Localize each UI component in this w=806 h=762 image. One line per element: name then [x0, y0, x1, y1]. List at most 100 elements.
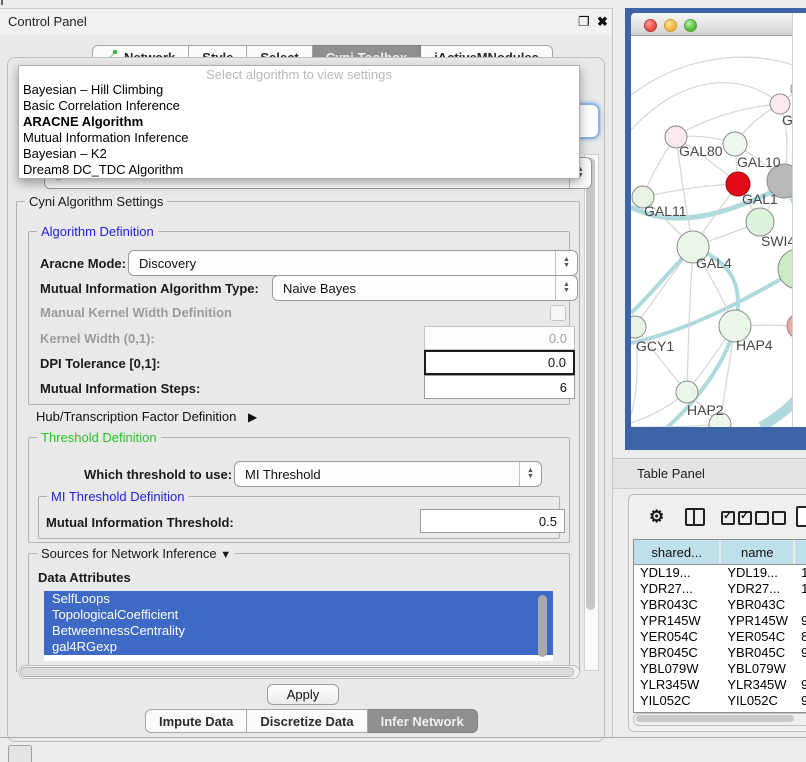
new-table-icon[interactable] [796, 506, 806, 527]
control-panel-window: Control Panel ❐ ✖ Network Style Select C… [0, 8, 613, 738]
table-cell: YER054C [721, 629, 795, 645]
list-vertical-scrollbar[interactable] [538, 595, 547, 657]
sources-toggle[interactable]: Sources for Network Inference ▼ [37, 546, 235, 561]
close-traffic-button[interactable] [644, 19, 657, 32]
svg-text:GAL10: GAL10 [737, 154, 781, 170]
algorithm-option[interactable]: Mutual Information Inference [19, 130, 579, 146]
table-cell [795, 661, 806, 677]
dropdown-prompt: Select algorithm to view settings [19, 67, 579, 82]
svg-text:GAL11: GAL11 [644, 203, 687, 219]
expand-arrow-icon[interactable]: ▶ [248, 410, 257, 424]
mi-algorithm-type-combobox[interactable]: Naive Bayes ▲▼ [272, 275, 578, 301]
svg-text:GAL4: GAL4 [696, 255, 732, 271]
table-cell: 9. [795, 677, 806, 693]
svg-text:SWI4: SWI4 [761, 233, 795, 249]
settings-vertical-scrollbar[interactable] [584, 154, 599, 671]
dpi-tolerance-field[interactable]: 0.0 [424, 350, 575, 375]
combo-stepper-icon: ▲▼ [555, 251, 577, 275]
group-title: Threshold Definition [37, 430, 161, 445]
table-cell: YIL052C [634, 693, 721, 709]
table-cell: YDL19... [721, 565, 795, 581]
data-attributes-label: Data Attributes [38, 570, 131, 585]
apply-button[interactable]: Apply [267, 684, 339, 705]
table-row[interactable]: YDR27...YDR27...12 [634, 581, 806, 597]
aracne-mode-combobox[interactable]: Discovery ▲▼ [128, 250, 578, 276]
node-gal10 [723, 132, 747, 156]
tab-discretize-data[interactable]: Discretize Data [247, 709, 367, 733]
mi-steps-field[interactable]: 6 [424, 375, 575, 399]
scrollbar-thumb[interactable] [636, 715, 794, 722]
close-icon[interactable]: ✖ [597, 15, 608, 28]
network-window-titlebar[interactable] [631, 13, 792, 36]
table-cell: YLR345W [721, 677, 795, 693]
group-title: Algorithm Definition [37, 224, 158, 239]
aracne-mode-label: Aracne Mode: [40, 256, 126, 271]
algorithm-option[interactable]: Basic Correlation Inference [19, 98, 579, 114]
group-title: Cyni Algorithm Settings [25, 194, 167, 209]
float-window-icon[interactable]: ❐ [578, 15, 590, 28]
attribute-list-item[interactable]: gal4RGexp [44, 639, 553, 655]
algorithm-option[interactable]: Bayesian – K2 [19, 146, 579, 162]
table-cell: YLR345W [634, 677, 721, 693]
algorithm-dropdown-list: Select algorithm to view settings Bayesi… [18, 65, 580, 179]
window-edge-notch [1, 0, 3, 5]
node-gal1 [746, 208, 774, 236]
attribute-list-item[interactable]: TopologicalCoefficient [44, 607, 553, 623]
table-cell: YBR043C [634, 597, 721, 613]
table-cell: YBR045C [721, 645, 795, 661]
table-cell: YDR27... [634, 581, 721, 597]
table-row[interactable]: YER054CYER054C8. [634, 629, 806, 645]
table-row[interactable]: YLR345WYLR345W9. [634, 677, 806, 693]
tab-impute-data[interactable]: Impute Data [145, 709, 247, 733]
table-row[interactable]: YIL052CYIL052C9. [634, 693, 806, 709]
table-horizontal-scrollbar[interactable] [633, 713, 806, 726]
table-row[interactable]: YPR145WYPR145W9. [634, 613, 806, 629]
table-cell: YIL052C [721, 693, 795, 709]
svg-text:GAL80: GAL80 [679, 143, 723, 159]
attribute-list-item[interactable]: BetweennessCentrality [44, 623, 553, 639]
which-threshold-combobox[interactable]: MI Threshold ▲▼ [234, 461, 542, 487]
table-cell: YER054C [634, 629, 721, 645]
dpi-tolerance-label: DPI Tolerance [0,1]: [40, 356, 160, 371]
deselect-all-checkboxes-icon[interactable] [755, 511, 789, 528]
scrollbar-thumb[interactable] [586, 158, 595, 610]
mi-threshold-label: Mutual Information Threshold: [46, 515, 234, 530]
data-attributes-list[interactable]: SelfLoopsTopologicalCoefficientBetweenne… [44, 591, 553, 661]
dropdown-items: Bayesian – Hill ClimbingBasic Correlatio… [19, 82, 579, 178]
algorithm-option[interactable]: Dream8 DC_TDC Algorithm [19, 162, 579, 178]
tab-infer-network[interactable]: Infer Network [368, 709, 478, 733]
svg-text:HAP2: HAP2 [687, 402, 724, 418]
select-all-checkboxes-icon[interactable] [721, 511, 755, 528]
manual-kernel-width-checkbox[interactable] [550, 305, 566, 321]
attribute-list-item[interactable]: SelfLoops [44, 591, 553, 607]
table-row[interactable]: YBR045CYBR045C9. [634, 645, 806, 661]
panel-corner-button[interactable] [8, 745, 32, 762]
table-cell: YPR145W [634, 613, 721, 629]
network-nodes[interactable] [631, 80, 806, 427]
split-columns-icon[interactable] [685, 508, 705, 526]
algorithm-option[interactable]: Bayesian – Hill Climbing [19, 82, 579, 98]
column-header-name[interactable]: name [721, 540, 795, 564]
hub-definition-toggle[interactable]: Hub/Transcription Factor Definition ▶ [36, 409, 257, 424]
table-cell: 8. [795, 629, 806, 645]
table-row[interactable]: YBR043CYBR043C [634, 597, 806, 613]
table-panel-title: Table Panel [637, 466, 705, 481]
network-canvas[interactable]: GAL GAL80 GAL10 GAL11 GAL1 SWI4 GAL4 GCY… [631, 35, 806, 427]
mi-threshold-field[interactable]: 0.5 [420, 509, 565, 533]
gear-icon[interactable]: ⚙ [649, 507, 664, 527]
algorithm-option[interactable]: ARACNE Algorithm [19, 114, 579, 130]
column-header-cut[interactable]: A [795, 540, 806, 564]
scrollbar-thumb[interactable] [20, 667, 574, 677]
kernel-width-field[interactable]: 0.0 [424, 326, 575, 350]
table-row[interactable]: YDL19...YDL19...13 [634, 565, 806, 581]
settings-horizontal-scrollbar[interactable] [18, 665, 580, 679]
collapse-arrow-icon[interactable]: ▼ [220, 549, 231, 561]
zoom-traffic-button[interactable] [684, 19, 697, 32]
combo-stepper-icon: ▲▼ [519, 462, 541, 486]
column-header-shared-name[interactable]: shared... [634, 540, 721, 564]
table-row[interactable]: YBL079WYBL079W [634, 661, 806, 677]
mi-algorithm-type-label: Mutual Information Algorithm Type: [40, 281, 259, 296]
table-cell: 12 [795, 581, 806, 597]
minimize-traffic-button[interactable] [664, 19, 677, 32]
network-view-window: GAL GAL80 GAL10 GAL11 GAL1 SWI4 GAL4 GCY… [625, 8, 806, 450]
